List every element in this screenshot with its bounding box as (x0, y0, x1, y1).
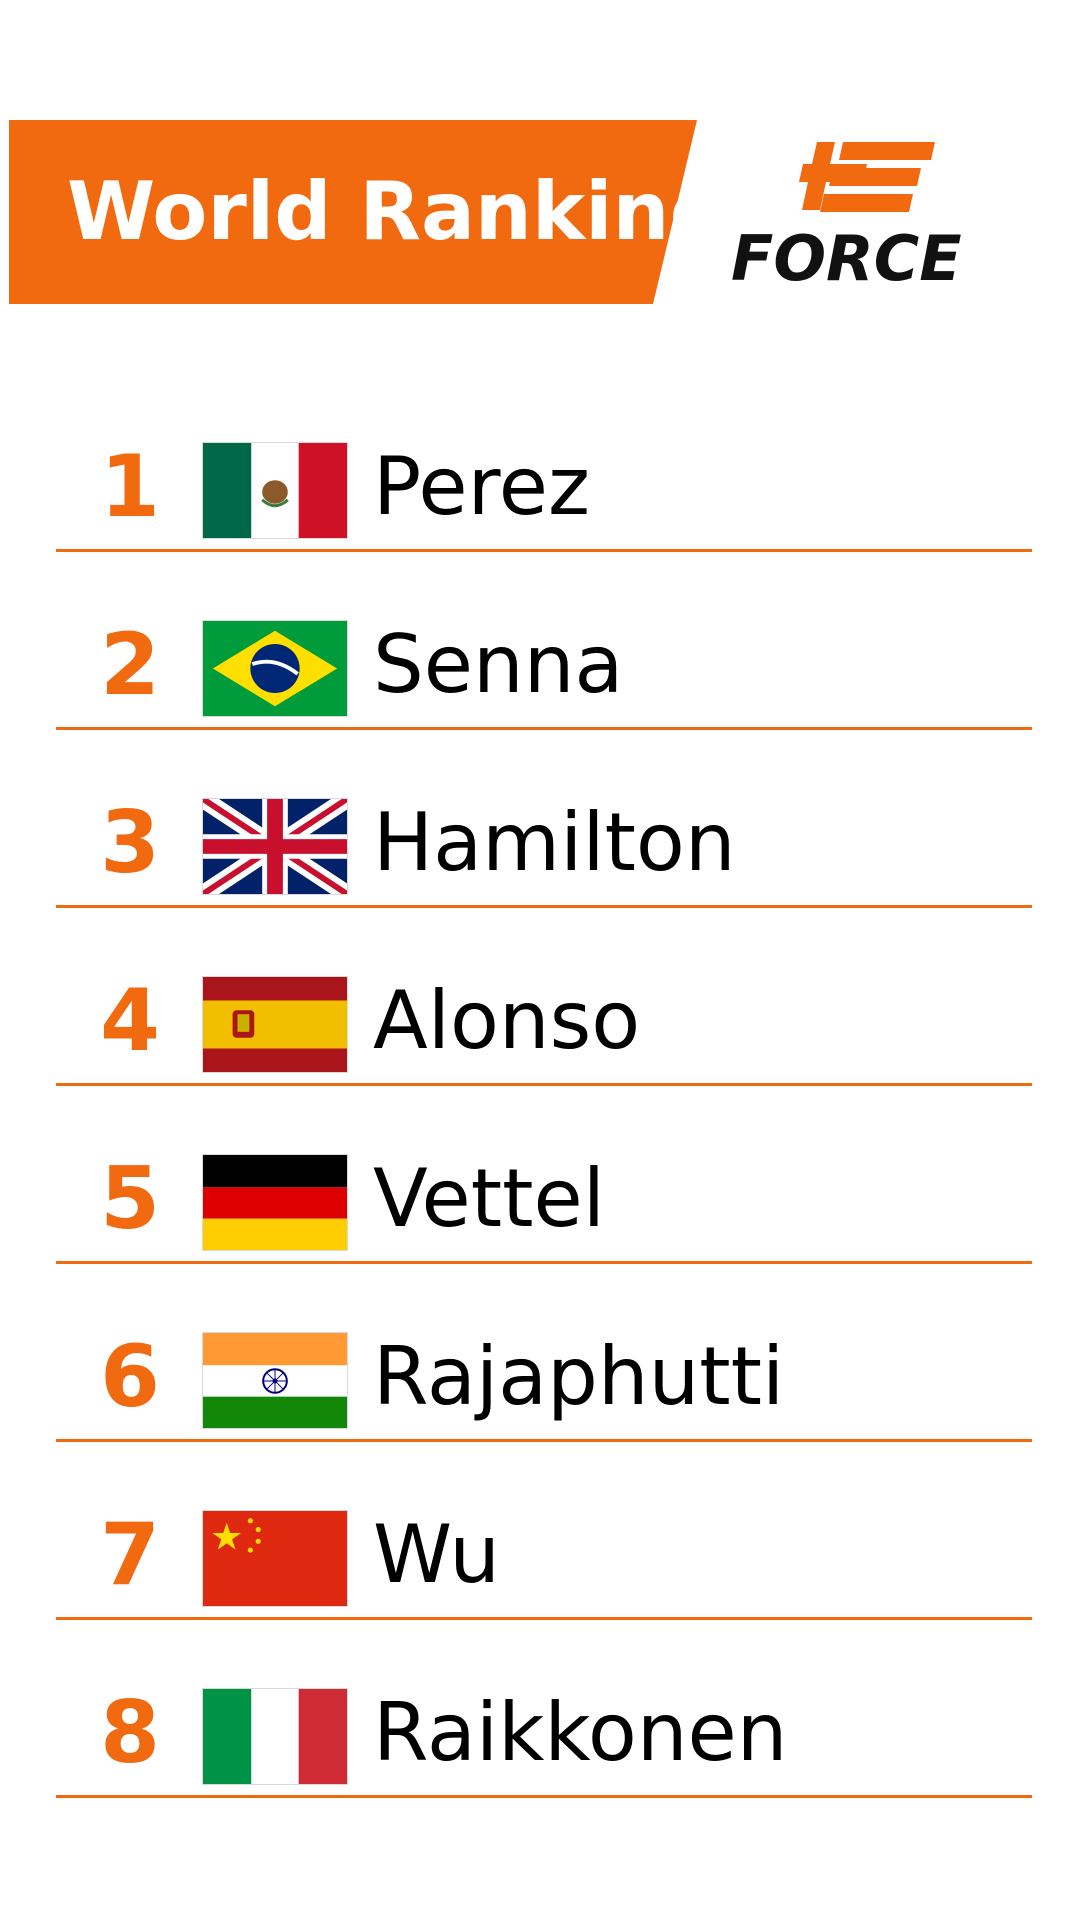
row-divider (56, 727, 1032, 730)
brazil-flag-icon (202, 620, 348, 717)
rank-number: 2 (100, 615, 160, 715)
row-divider (56, 1795, 1032, 1798)
china-flag-icon (202, 1510, 348, 1607)
force-logo-mark: FORCE (731, 142, 962, 295)
driver-name: Rajaphutti (373, 1330, 785, 1423)
ranking-row: 2 Senna (0, 610, 1080, 788)
rank-number: 5 (100, 1149, 160, 1249)
ranking-row: 5 Vettel (0, 1144, 1080, 1322)
force-logo: FORCE (725, 138, 1009, 295)
ranking-row: 1 Perez (0, 432, 1080, 610)
germany-flag-icon (202, 1154, 348, 1251)
title-banner: World Ranking (9, 120, 727, 304)
driver-name: Hamilton (373, 796, 736, 889)
ranking-row: 4 Alonso (0, 966, 1080, 1144)
row-divider (56, 1617, 1032, 1620)
page-title: World Ranking (67, 165, 727, 258)
row-divider (56, 549, 1032, 552)
ranking-row: 8 Raikkonen (0, 1678, 1080, 1856)
india-flag-icon (202, 1332, 348, 1429)
rank-number: 8 (100, 1683, 160, 1783)
row-divider (56, 905, 1032, 908)
uk-flag-icon (202, 798, 348, 895)
driver-name: Raikkonen (373, 1686, 788, 1779)
driver-name: Perez (373, 440, 590, 533)
rank-number: 3 (100, 793, 160, 893)
ranking-row: 6 Rajaphutti (0, 1322, 1080, 1500)
ranking-row: 7 Wu (0, 1500, 1080, 1678)
rank-number: 4 (100, 971, 160, 1071)
row-divider (56, 1439, 1032, 1442)
row-divider (56, 1083, 1032, 1086)
row-divider (56, 1261, 1032, 1264)
driver-name: Senna (373, 618, 624, 711)
driver-name: Wu (373, 1508, 500, 1601)
ranking-row: 3 Hamilton (0, 788, 1080, 966)
force-logo-text: FORCE (731, 222, 962, 288)
spain-flag-icon (202, 976, 348, 1073)
mexico-flag-icon (202, 442, 348, 539)
driver-name: Alonso (373, 974, 641, 1067)
rank-number: 7 (100, 1505, 160, 1605)
rank-number: 1 (100, 437, 160, 537)
italy-flag-icon (202, 1688, 348, 1785)
driver-name: Vettel (373, 1152, 605, 1245)
rank-number: 6 (100, 1327, 160, 1427)
